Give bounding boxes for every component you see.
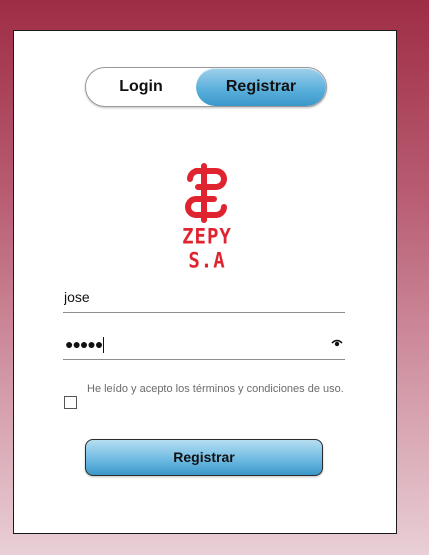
username-input[interactable] (63, 284, 325, 310)
register-card: Login Registrar ZEPY S.A ●●●●● He leído … (13, 30, 397, 534)
terms-checkbox[interactable] (64, 396, 77, 409)
register-submit-button[interactable]: Registrar (85, 439, 323, 476)
password-mask: ●●●●● (65, 336, 103, 352)
text-caret (103, 337, 105, 354)
eye-icon[interactable] (331, 338, 343, 348)
password-field-wrapper: ●●●●● (63, 331, 345, 360)
brand-name: ZEPY S.A (182, 224, 232, 274)
tab-register[interactable]: Registrar (196, 68, 326, 106)
zepy-logo-mark-icon (185, 163, 227, 223)
company-logo: ZEPY S.A (162, 163, 252, 273)
tab-login[interactable]: Login (86, 68, 196, 106)
terms-label: He leído y acepto los términos y condici… (87, 383, 344, 395)
password-input[interactable]: ●●●●● (65, 335, 105, 354)
auth-tab-switch: Login Registrar (85, 67, 327, 107)
username-field-wrapper (63, 284, 345, 313)
terms-agreement: He leído y acepto los términos y condici… (64, 381, 354, 415)
